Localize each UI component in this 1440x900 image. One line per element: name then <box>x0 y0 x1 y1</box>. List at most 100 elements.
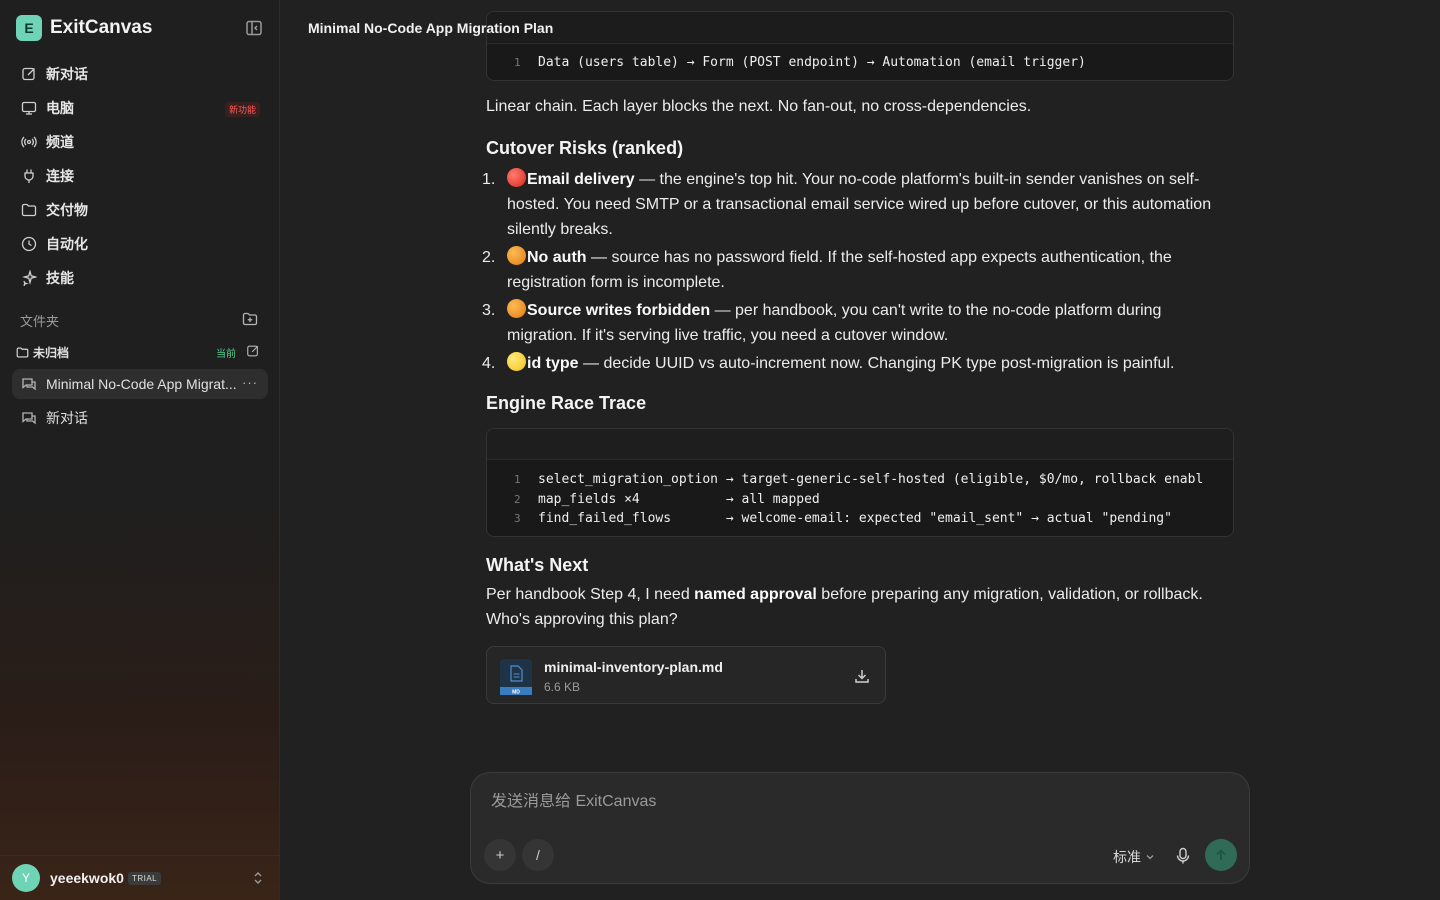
risk-text: — decide UUID vs auto-increment now. Cha… <box>578 355 1175 372</box>
sidebar-item-automation[interactable]: 自动化 <box>12 227 268 261</box>
code-header <box>487 12 1233 44</box>
message-composer: + / 标准 <box>470 772 1250 884</box>
app-name: ExitCanvas <box>50 17 153 38</box>
next-text-pre: Per handbook Step 4, I need <box>486 586 695 603</box>
sparkle-icon <box>22 270 37 286</box>
current-folder-badge: 当前 <box>216 349 236 360</box>
line-number: 2 <box>514 492 521 506</box>
sidebar-item-label: 自动化 <box>46 236 88 252</box>
code-line: 1 select_migration_option → target-gener… <box>487 470 1233 490</box>
message-input[interactable] <box>491 793 1191 811</box>
chat-item-migration-plan[interactable]: Minimal No-Code App Migrat... ··· <box>12 369 268 399</box>
edit-folder-icon[interactable] <box>246 344 260 358</box>
sidebar-item-channels[interactable]: 频道 <box>12 125 268 159</box>
file-size: 6.6 KB <box>544 680 581 694</box>
sidebar-item-label: 连接 <box>46 168 74 184</box>
code-text: select_migration_option → target-generic… <box>538 472 1204 488</box>
mode-label: 标准 <box>1113 849 1141 865</box>
page-title: Minimal No-Code App Migration Plan <box>308 20 554 36</box>
next-heading: What's Next <box>486 555 589 575</box>
linear-chain-text: Linear chain. Each layer blocks the next… <box>486 98 1032 115</box>
folder-icon <box>21 203 37 217</box>
sidebar-item-label: 频道 <box>46 134 74 150</box>
arrow-up-icon <box>1216 849 1226 860</box>
code-block-chain: 1 Data (users table) → Form (POST endpoi… <box>486 11 1234 81</box>
line-number: 3 <box>514 512 521 526</box>
code-text: Data (users table) → Form (POST endpoint… <box>538 54 1086 70</box>
sidebar-item-computer[interactable]: 电脑 新功能 <box>12 91 268 125</box>
file-type-badge: MD <box>512 689 520 695</box>
code-text: map_fields ×4 → all mapped <box>538 491 820 507</box>
list-item: 4. id type — decide UUID vs auto-increme… <box>482 351 1234 376</box>
orange-circle-icon <box>507 246 526 265</box>
brand[interactable]: E ExitCanvas <box>16 15 152 41</box>
sidebar-item-label: 技能 <box>46 270 74 286</box>
sidebar-item-label: 电脑 <box>46 100 74 116</box>
microphone-icon[interactable] <box>1175 847 1191 865</box>
sidebar-item-skills[interactable]: 技能 <box>12 261 268 295</box>
user-menu[interactable]: Y yeeekwok0 TRIAL <box>0 855 280 900</box>
list-item: 2. No auth — source has no password fiel… <box>482 245 1234 295</box>
code-line: 1 Data (users table) → Form (POST endpoi… <box>487 44 1233 80</box>
download-icon[interactable] <box>853 667 871 685</box>
code-block-trace: 1 select_migration_option → target-gener… <box>486 428 1234 537</box>
line-number: 1 <box>514 55 521 69</box>
sidebar-nav: 新对话 电脑 新功能 频道 连接 交付物 自动化 技能 <box>12 57 268 295</box>
list-number: 4. <box>482 355 496 372</box>
chat-item-new-chat[interactable]: 新对话 <box>12 403 268 433</box>
slash-command-button[interactable]: / <box>522 839 554 871</box>
risk-text: — source has no password field. If the s… <box>507 249 1172 291</box>
avatar: Y <box>12 864 40 892</box>
monitor-icon <box>21 101 37 115</box>
send-button[interactable] <box>1205 839 1237 871</box>
chat-more-button[interactable]: ··· <box>242 375 258 390</box>
code-line: 2 map_fields ×4 → all mapped <box>487 490 1233 510</box>
orange-circle-icon <box>507 299 526 318</box>
chevron-updown-icon <box>254 872 262 884</box>
sidebar-item-label: 新对话 <box>46 66 88 82</box>
sidebar-item-connections[interactable]: 连接 <box>12 159 268 193</box>
sidebar-item-new-chat[interactable]: 新对话 <box>12 57 268 91</box>
list-number: 3. <box>482 302 496 319</box>
red-circle-icon <box>507 168 526 187</box>
line-number: 1 <box>514 473 521 487</box>
plan-badge: TRIAL <box>127 871 162 885</box>
broadcast-icon <box>21 136 37 148</box>
chat-icon <box>22 412 36 425</box>
new-folder-icon[interactable] <box>242 311 258 327</box>
trace-heading: Engine Race Trace <box>486 393 647 413</box>
chat-icon <box>22 378 36 391</box>
app-logo: E <box>16 15 42 41</box>
markdown-file-icon: MD <box>500 659 532 695</box>
sidebar-collapse-icon[interactable] <box>245 20 263 36</box>
code-header <box>487 429 1233 460</box>
plug-icon <box>24 169 34 183</box>
clock-icon <box>21 236 37 252</box>
user-name: yeeekwok0 <box>50 870 124 886</box>
folders-title: 文件夹 <box>20 314 60 329</box>
folder-label: 未归档 <box>33 345 70 360</box>
list-number: 1. <box>482 171 496 188</box>
risk-title: id type <box>527 355 579 372</box>
list-item: 3. Source writes forbidden — per handboo… <box>482 298 1234 348</box>
risk-list: 1. Email delivery — the engine's top hit… <box>482 167 1234 379</box>
risk-title: Source writes forbidden <box>527 302 711 319</box>
list-number: 2. <box>482 249 496 266</box>
chat-title: 新对话 <box>46 410 88 426</box>
risk-title: No auth <box>527 249 587 266</box>
sidebar: E ExitCanvas 新对话 电脑 新功能 频道 连接 交付物 自动化 技能… <box>0 0 280 900</box>
risks-heading: Cutover Risks (ranked) <box>486 138 684 158</box>
chat-title: Minimal No-Code App Migrat... <box>46 376 237 392</box>
folder-unarchived[interactable]: 未归档 当前 <box>16 343 264 361</box>
chevron-down-icon <box>1146 855 1154 860</box>
mode-select[interactable]: 标准 <box>1113 847 1155 867</box>
list-item: 1. Email delivery — the engine's top hit… <box>482 167 1234 242</box>
next-text: Per handbook Step 4, I need named approv… <box>486 582 1234 632</box>
yellow-circle-icon <box>507 352 526 371</box>
file-attachment[interactable]: MD minimal-inventory-plan.md 6.6 KB <box>486 646 886 704</box>
new-feature-badge: 新功能 <box>224 102 260 117</box>
sidebar-item-deliverables[interactable]: 交付物 <box>12 193 268 227</box>
file-name: minimal-inventory-plan.md <box>544 659 723 675</box>
code-text: find_failed_flows → welcome-email: expec… <box>538 511 1172 527</box>
attach-button[interactable]: + <box>484 839 516 871</box>
